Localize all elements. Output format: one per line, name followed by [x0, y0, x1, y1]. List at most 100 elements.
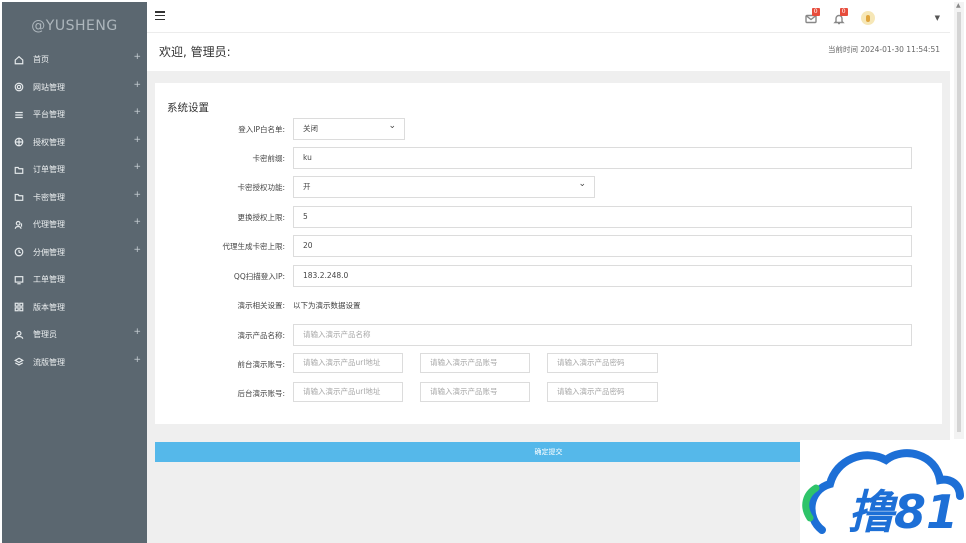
qq-ip-input[interactable]: 183.2.248.0	[293, 265, 912, 287]
menu-lines-icon	[13, 109, 25, 121]
gear-icon	[13, 81, 25, 93]
sidebar: @YUSHENG 首页 + 网站管理 + 平台管理 + 授权管理 + 订单管理 + 卡密管理 + 代理管…	[2, 2, 147, 543]
row-card-auth: 卡密授权功能: 开	[155, 174, 942, 198]
expand-plus-icon[interactable]: +	[133, 190, 141, 200]
card-prefix-label: 卡密前缀:	[252, 154, 285, 163]
front-demo-password-placeholder: 请输入演示产品密码	[557, 358, 625, 367]
welcome-bar: 欢迎, 管理员: 当前时间 2024-01-30 11:54:51	[147, 33, 950, 71]
back-demo-url-placeholder: 请输入演示产品url地址	[303, 387, 381, 396]
sidebar-item-3[interactable]: 平台管理 +	[2, 101, 147, 129]
sidebar-item-5[interactable]: 订单管理 +	[2, 156, 147, 184]
sidebar-item-12[interactable]: 流版管理 +	[2, 349, 147, 377]
ip-whitelist-select[interactable]: 关闭	[293, 116, 405, 140]
back-demo-password-placeholder: 请输入演示产品密码	[557, 387, 625, 396]
mail-button[interactable]: 0	[804, 8, 821, 26]
expand-plus-icon[interactable]: +	[133, 217, 141, 227]
sidebar-item-label: 卡密管理	[33, 192, 65, 202]
sidebar-item-4[interactable]: 授权管理 +	[2, 129, 147, 157]
welcome-text: 欢迎, 管理员:	[159, 45, 231, 59]
demo-settings-label: 演示相关设置:	[237, 301, 285, 310]
sidebar-item-label: 管理员	[33, 330, 57, 340]
back-demo-password-input[interactable]: 请输入演示产品密码	[547, 382, 658, 402]
flower-icon	[13, 136, 25, 148]
ip-whitelist-value: 关闭	[303, 124, 318, 133]
grid-icon	[13, 301, 25, 313]
sidebar-item-10[interactable]: 版本管理	[2, 294, 147, 322]
notification-button[interactable]: 0	[832, 8, 849, 26]
home-icon	[13, 54, 25, 66]
sidebar-item-label: 代理管理	[33, 220, 65, 230]
sidebar-item-label: 网站管理	[33, 82, 65, 92]
expand-plus-icon[interactable]: +	[133, 135, 141, 145]
sidebar-item-label: 流版管理	[33, 357, 65, 367]
front-demo-label: 前台演示账号:	[237, 360, 285, 369]
back-demo-account-input[interactable]: 请输入演示产品账号	[420, 382, 530, 402]
expand-plus-icon[interactable]: +	[133, 162, 141, 172]
settings-title: 系统设置	[167, 102, 209, 114]
sidebar-item-label: 版本管理	[33, 302, 65, 312]
sidebar-item-11[interactable]: 管理员 +	[2, 321, 147, 349]
front-demo-url-input[interactable]: 请输入演示产品url地址	[293, 353, 403, 373]
ip-whitelist-label: 登入IP白名单:	[238, 125, 285, 134]
expand-plus-icon[interactable]: +	[133, 52, 141, 62]
front-demo-url-placeholder: 请输入演示产品url地址	[303, 358, 381, 367]
replace-limit-input[interactable]: 5	[293, 206, 912, 228]
sidebar-item-label: 分佣管理	[33, 247, 65, 257]
expand-plus-icon[interactable]: +	[133, 327, 141, 337]
sidebar-item-2[interactable]: 网站管理 +	[2, 74, 147, 102]
agent-limit-label: 代理生成卡密上限:	[222, 242, 285, 251]
sidebar-item-7[interactable]: 代理管理 +	[2, 211, 147, 239]
row-front-demo: 前台演示账号: 请输入演示产品url地址 请输入演示产品账号 请输入演示产品密码	[155, 353, 942, 375]
sidebar-item-label: 授权管理	[33, 137, 65, 147]
demo-name-placeholder: 请输入演示产品名称	[303, 330, 371, 339]
expand-plus-icon[interactable]: +	[133, 355, 141, 365]
card-auth-value: 开	[303, 182, 311, 191]
row-demo-settings: 演示相关设置: 以下为演示数据设置	[155, 294, 942, 316]
row-qq-ip: QQ扫描登入IP: 183.2.248.0	[155, 265, 942, 287]
agent-limit-input[interactable]: 20	[293, 235, 912, 257]
hamburger-menu-icon[interactable]	[155, 11, 165, 21]
row-agent-limit: 代理生成卡密上限: 20	[155, 235, 942, 257]
user-group-icon	[13, 219, 25, 231]
row-demo-name: 演示产品名称: 请输入演示产品名称	[155, 324, 942, 346]
expand-plus-icon[interactable]: +	[133, 245, 141, 255]
row-replace-limit: 更换授权上限: 5	[155, 206, 942, 228]
watermark-cloud-icon: 撸81	[802, 449, 964, 539]
scrollbar-thumb[interactable]	[957, 12, 961, 432]
avatar-glyph-icon	[865, 14, 870, 22]
expand-plus-icon[interactable]: +	[133, 80, 141, 90]
sidebar-item-6[interactable]: 卡密管理 +	[2, 184, 147, 212]
user-icon	[13, 329, 25, 341]
qq-ip-label: QQ扫描登入IP:	[233, 272, 285, 281]
demo-name-label: 演示产品名称:	[237, 331, 285, 340]
scrollbar[interactable]: ▲	[954, 2, 964, 439]
brand-logo: @YUSHENG	[31, 18, 118, 34]
expand-plus-icon[interactable]: +	[133, 107, 141, 117]
back-demo-label: 后台演示账号:	[237, 389, 285, 398]
scroll-up-icon[interactable]: ▲	[956, 2, 961, 9]
card-auth-label: 卡密授权功能:	[237, 183, 285, 192]
front-demo-account-placeholder: 请输入演示产品账号	[430, 358, 498, 367]
row-back-demo: 后台演示账号: 请输入演示产品url地址 请输入演示产品账号 请输入演示产品密码	[155, 382, 942, 404]
settings-card: 系统设置 登入IP白名单: 关闭 卡密前缀: ku 卡密授权功能: 开 更换授权…	[155, 83, 942, 424]
back-demo-account-placeholder: 请输入演示产品账号	[430, 387, 498, 396]
demo-name-input[interactable]: 请输入演示产品名称	[293, 324, 912, 346]
card-auth-select[interactable]: 开	[293, 174, 595, 198]
back-demo-url-input[interactable]: 请输入演示产品url地址	[293, 382, 403, 402]
replace-limit-value: 5	[303, 212, 308, 221]
notification-badge: 0	[839, 8, 848, 16]
sidebar-item-8[interactable]: 分佣管理 +	[2, 239, 147, 267]
demo-settings-text: 以下为演示数据设置	[293, 301, 361, 310]
admin-page: @YUSHENG 首页 + 网站管理 + 平台管理 + 授权管理 + 订单管理 + 卡密管理 + 代理管…	[0, 0, 966, 543]
sidebar-item-label: 平台管理	[33, 110, 65, 120]
sidebar-item-label: 工单管理	[33, 275, 65, 285]
avatar[interactable]	[860, 11, 875, 25]
clock-icon	[13, 246, 25, 258]
sidebar-item-1[interactable]: 首页 +	[2, 46, 147, 74]
front-demo-password-input[interactable]: 请输入演示产品密码	[547, 353, 658, 373]
chevron-down-icon[interactable]: ▼	[935, 14, 940, 22]
front-demo-account-input[interactable]: 请输入演示产品账号	[420, 353, 530, 373]
sidebar-item-9[interactable]: 工单管理	[2, 266, 147, 294]
row-card-prefix: 卡密前缀: ku	[155, 147, 942, 169]
card-prefix-input[interactable]: ku	[293, 147, 912, 169]
